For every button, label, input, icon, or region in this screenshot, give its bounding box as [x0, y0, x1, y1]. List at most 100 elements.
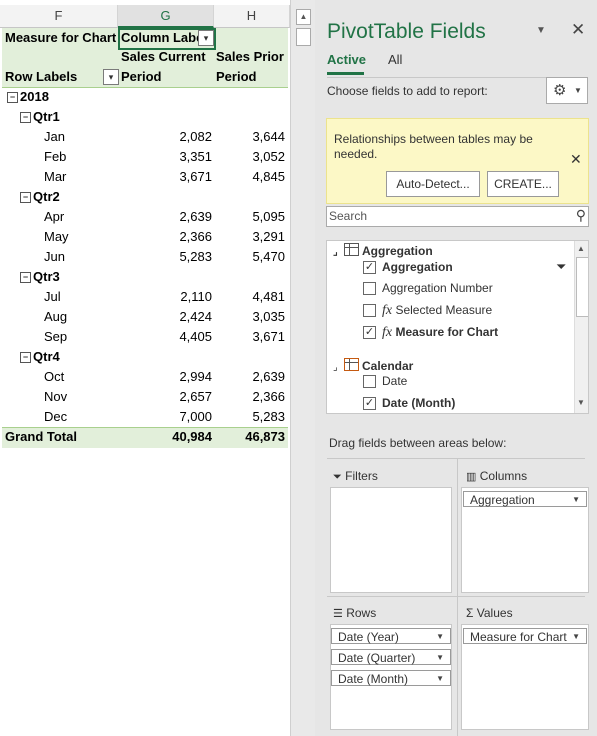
collapse-icon[interactable]: − — [7, 92, 18, 103]
collapse-icon[interactable]: − — [20, 352, 31, 363]
date-month-checkbox[interactable]: ✓ — [363, 397, 376, 410]
row-labels-cell[interactable]: Row Labels — [5, 67, 77, 87]
prior-value[interactable]: 2,366 — [214, 387, 285, 407]
chevron-down-icon[interactable]: ▼ — [436, 650, 444, 666]
column-header-f[interactable]: F — [0, 5, 118, 28]
current-value[interactable]: 2,424 — [140, 307, 212, 327]
pane-options-icon[interactable]: ▼ — [536, 25, 546, 36]
current-value[interactable]: 4,405 — [140, 327, 212, 347]
month-label[interactable]: Apr — [44, 207, 64, 227]
prior-value[interactable]: 5,283 — [214, 407, 285, 427]
current-value[interactable]: 5,283 — [140, 247, 212, 267]
tab-active[interactable]: Active — [327, 52, 366, 67]
scroll-down-icon[interactable]: ▼ — [577, 398, 585, 407]
month-label[interactable]: May — [44, 227, 69, 247]
field-selected-measure[interactable]: fx Selected Measure — [382, 302, 492, 318]
scroll-up-icon[interactable]: ▲ — [296, 9, 311, 25]
current-value[interactable]: 3,671 — [140, 167, 212, 187]
prior-value[interactable]: 4,845 — [214, 167, 285, 187]
quarter-row[interactable]: − Qtr4 — [20, 347, 60, 367]
table-aggregation[interactable]: ⌟ Aggregation — [333, 243, 433, 259]
measure-for-chart-checkbox[interactable]: ✓ — [363, 326, 376, 339]
month-label[interactable]: Jul — [44, 287, 61, 307]
current-value[interactable]: 2,110 — [140, 287, 212, 307]
year-row[interactable]: −2018 — [7, 87, 49, 107]
scroll-thumb[interactable] — [296, 28, 311, 46]
rows-item-date-year[interactable]: Date (Year) ▼ — [331, 628, 451, 644]
chevron-down-icon[interactable]: ▼ — [572, 492, 580, 508]
scroll-up-icon[interactable]: ▲ — [577, 244, 585, 253]
sales-current-header-2[interactable]: Period — [121, 67, 161, 87]
measure-for-chart-label[interactable]: Measure for Chart — [5, 28, 116, 48]
sales-current-header-1[interactable]: Sales Current — [121, 47, 206, 67]
prior-value[interactable]: 3,291 — [214, 227, 285, 247]
month-label[interactable]: Feb — [44, 147, 66, 167]
current-value[interactable]: 2,082 — [140, 127, 212, 147]
month-label[interactable]: Jun — [44, 247, 65, 267]
create-button[interactable]: CREATE... — [487, 171, 559, 197]
table-calendar[interactable]: ⌟ Calendar — [333, 358, 413, 374]
field-list-scrollbar[interactable]: ▲ ▼ — [574, 241, 588, 413]
filters-drop-area[interactable] — [330, 487, 452, 593]
month-label[interactable]: Sep — [44, 327, 67, 347]
sales-prior-header-2[interactable]: Period — [216, 67, 256, 87]
month-label[interactable]: Nov — [44, 387, 67, 407]
month-label[interactable]: Mar — [44, 167, 66, 187]
filter-icon[interactable]: ⏷ — [556, 259, 566, 275]
quarter-row[interactable]: − Qtr2 — [20, 187, 60, 207]
collapse-icon[interactable]: − — [20, 272, 31, 283]
columns-item-aggregation[interactable]: Aggregation ▼ — [463, 491, 587, 507]
collapse-icon[interactable]: − — [20, 112, 31, 123]
month-label[interactable]: Jan — [44, 127, 65, 147]
vertical-scrollbar[interactable]: ▲ — [290, 0, 315, 736]
prior-value[interactable]: 3,671 — [214, 327, 285, 347]
prior-value[interactable]: 2,639 — [214, 367, 285, 387]
quarter-row[interactable]: − Qtr3 — [20, 267, 60, 287]
values-item-measure-for-chart[interactable]: Measure for Chart ▼ — [463, 628, 587, 644]
rows-drop-area[interactable]: Date (Year) ▼ Date (Quarter) ▼ Date (Month… — [330, 624, 452, 730]
auto-detect-button[interactable]: Auto-Detect... — [386, 171, 480, 197]
column-header-g[interactable]: G — [118, 5, 214, 28]
row-filter-button[interactable]: ▾ — [103, 69, 119, 85]
current-value[interactable]: 2,366 — [140, 227, 212, 247]
field-aggregation-number[interactable]: Aggregation Number — [382, 280, 493, 296]
collapse-icon[interactable]: ⌟ — [333, 245, 344, 261]
field-measure-for-chart[interactable]: fx Measure for Chart — [382, 324, 498, 340]
chevron-down-icon[interactable]: ▼ — [572, 629, 580, 645]
field-date-month[interactable]: Date (Month) — [382, 395, 455, 411]
grand-total-current[interactable]: 40,984 — [140, 427, 212, 447]
current-value[interactable]: 2,657 — [140, 387, 212, 407]
current-value[interactable]: 2,994 — [140, 367, 212, 387]
prior-value[interactable]: 5,470 — [214, 247, 285, 267]
field-date[interactable]: Date — [382, 373, 407, 389]
month-label[interactable]: Aug — [44, 307, 67, 327]
field-list-settings-button[interactable]: ⚙ ▼ — [546, 77, 588, 104]
prior-value[interactable]: 5,095 — [214, 207, 285, 227]
field-search-input[interactable]: Search ⚲ — [326, 206, 589, 227]
rows-item-date-month[interactable]: Date (Month) ▼ — [331, 670, 451, 686]
chevron-down-icon[interactable]: ▼ — [436, 629, 444, 645]
field-aggregation[interactable]: Aggregation — [382, 259, 453, 275]
current-value[interactable]: 2,639 — [140, 207, 212, 227]
current-value[interactable]: 3,351 — [140, 147, 212, 167]
prior-value[interactable]: 3,052 — [214, 147, 285, 167]
grand-total-prior[interactable]: 46,873 — [214, 427, 285, 447]
values-drop-area[interactable]: Measure for Chart ▼ — [461, 624, 589, 730]
banner-close-icon[interactable]: ✕ — [570, 151, 582, 168]
close-icon[interactable]: ✕ — [571, 20, 585, 40]
search-icon[interactable]: ⚲ — [576, 207, 586, 224]
current-value[interactable]: 7,000 — [140, 407, 212, 427]
aggregation-number-checkbox[interactable] — [363, 282, 376, 295]
selected-measure-checkbox[interactable] — [363, 304, 376, 317]
prior-value[interactable]: 3,644 — [214, 127, 285, 147]
date-checkbox[interactable] — [363, 375, 376, 388]
collapse-icon[interactable]: ⌟ — [333, 360, 344, 376]
grand-total-label[interactable]: Grand Total — [5, 427, 77, 447]
month-label[interactable]: Oct — [44, 367, 64, 387]
aggregation-checkbox[interactable]: ✓ — [363, 261, 376, 274]
month-label[interactable]: Dec — [44, 407, 67, 427]
sales-prior-header-1[interactable]: Sales Prior — [216, 47, 284, 67]
column-header-h[interactable]: H — [214, 5, 290, 28]
quarter-row[interactable]: − Qtr1 — [20, 107, 60, 127]
collapse-icon[interactable]: − — [20, 192, 31, 203]
